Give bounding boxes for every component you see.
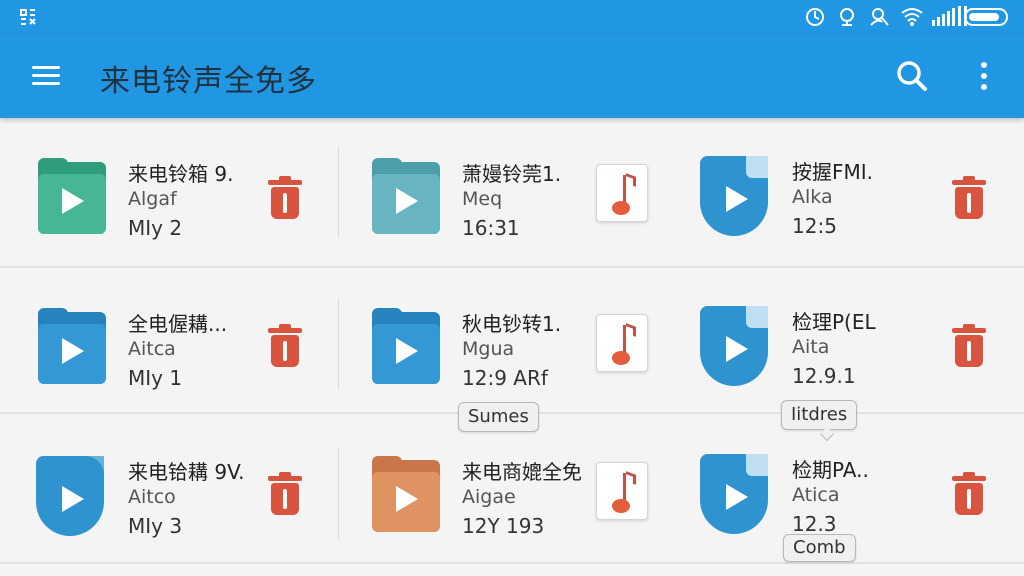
file-meta: 12Y 193 xyxy=(462,514,545,538)
file-name: 萧嫚铃莞1. xyxy=(462,162,562,186)
file-meta: 16:31 xyxy=(462,216,520,240)
video-file-icon xyxy=(700,156,772,236)
sync-icon xyxy=(804,6,826,28)
app-bar: 来电铃声全免多 xyxy=(0,34,1024,118)
delete-icon[interactable] xyxy=(952,472,986,516)
file-name: 全电偓耩... xyxy=(128,312,228,336)
file-meta: 12:9 ARf xyxy=(462,366,548,390)
file-artist: Atica xyxy=(792,484,840,506)
signal-icon xyxy=(932,6,967,28)
file-name: 按握FMI. xyxy=(792,160,874,184)
video-folder-icon xyxy=(370,158,442,238)
video-file-icon xyxy=(36,456,108,536)
file-meta: 12.3 xyxy=(792,512,837,536)
label-chip[interactable]: Sumes xyxy=(458,402,539,432)
tooltip-text: Iitdres xyxy=(791,404,848,425)
status-icons xyxy=(804,6,1008,28)
video-file-icon xyxy=(700,306,772,386)
file-meta: MIy 3 xyxy=(128,514,183,538)
music-note-icon[interactable] xyxy=(596,164,648,222)
file-artist: Aita xyxy=(792,336,830,358)
delete-icon[interactable] xyxy=(952,324,986,368)
file-meta: 12.9.1 xyxy=(792,364,856,388)
video-folder-icon xyxy=(370,456,442,536)
file-artist: Alka xyxy=(792,186,833,208)
file-name: 秋电钞转1. xyxy=(462,312,562,336)
alarm-icon xyxy=(836,6,858,28)
music-note-icon[interactable] xyxy=(596,462,648,520)
music-note-icon[interactable] xyxy=(596,314,648,372)
file-artist: Aitca xyxy=(128,338,176,360)
file-artist: Aitco xyxy=(128,486,176,508)
file-meta: MIy 2 xyxy=(128,216,183,240)
battery-icon xyxy=(964,8,1008,26)
file-meta: MIy 1 xyxy=(128,366,183,390)
file-item[interactable]: 来电铃箱 9. Algaf MIy 2 xyxy=(36,154,356,274)
hamburger-menu-icon[interactable] xyxy=(28,60,64,92)
file-name: 来电铃箱 9. xyxy=(128,162,234,186)
file-item[interactable]: 来电铪耩 9V. Aitco MIy 3 xyxy=(36,452,356,572)
wifi-icon xyxy=(900,6,923,28)
video-folder-icon xyxy=(370,308,442,388)
file-artist: Meq xyxy=(462,188,503,210)
file-name: 来电铪耩 9V. xyxy=(128,460,245,484)
delete-icon[interactable] xyxy=(952,176,986,220)
app-title: 来电铃声全免多 xyxy=(100,64,317,99)
video-folder-icon xyxy=(36,158,108,238)
person-icon xyxy=(868,6,890,28)
search-icon[interactable] xyxy=(892,56,932,96)
file-name: 来电商媲全免 xyxy=(462,460,582,484)
file-meta: 12:5 xyxy=(792,214,837,238)
video-folder-icon xyxy=(36,308,108,388)
usb-debug-icon xyxy=(18,8,38,30)
file-name: 检期PA.. xyxy=(792,458,869,482)
file-grid: 来电铃箱 9. Algaf MIy 2 萧嫚铃莞1. Meq 16:31 按握F… xyxy=(0,118,1024,576)
file-artist: Mgua xyxy=(462,338,515,360)
status-bar xyxy=(0,0,1024,34)
delete-icon[interactable] xyxy=(268,324,302,368)
tooltip-chip: Iitdres xyxy=(781,400,858,442)
tooltip-arrow xyxy=(819,426,835,442)
delete-icon[interactable] xyxy=(268,472,302,516)
label-chip[interactable]: Comb xyxy=(783,534,856,562)
delete-icon[interactable] xyxy=(268,176,302,220)
file-item[interactable]: 全电偓耩... Aitca MIy 1 xyxy=(36,304,356,424)
file-name: 检理P(EL xyxy=(792,310,876,334)
file-artist: Algaf xyxy=(128,188,177,210)
file-artist: Aigae xyxy=(462,486,516,508)
more-vert-icon[interactable] xyxy=(970,56,998,96)
video-file-icon xyxy=(700,454,772,534)
